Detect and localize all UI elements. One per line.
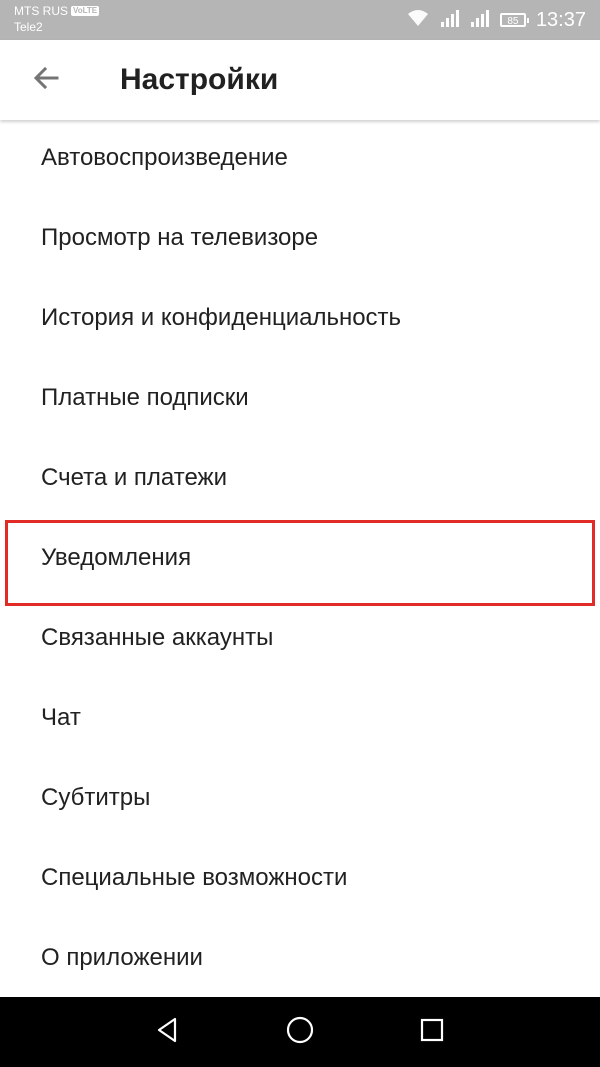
settings-item-label: Автовоспроизведение <box>41 144 288 171</box>
nav-home-button[interactable] <box>282 1014 318 1050</box>
settings-item-label: Счета и платежи <box>41 464 228 491</box>
settings-list: Автовоспроизведение Просмотр на телевизо… <box>0 118 600 998</box>
settings-item-label: Чат <box>41 704 81 731</box>
wifi-icon <box>406 8 430 33</box>
signal-icon <box>470 8 490 33</box>
settings-item-watch-on-tv[interactable]: Просмотр на телевизоре <box>0 198 600 278</box>
status-time: 13:37 <box>535 8 586 31</box>
back-button[interactable] <box>22 56 70 104</box>
recents-square-icon <box>418 1016 446 1049</box>
status-indicators: 85 13:37 <box>406 8 586 32</box>
nav-back-button[interactable] <box>150 1014 186 1050</box>
settings-item-history-privacy[interactable]: История и конфиденциальность <box>0 278 600 358</box>
settings-item-label: Субтитры <box>41 784 151 811</box>
battery-icon: 85 <box>499 13 529 27</box>
settings-item-label: Уведомления <box>41 544 192 571</box>
nav-recents-button[interactable] <box>414 1014 450 1050</box>
settings-item-label: Специальные возможности <box>41 864 348 891</box>
battery-level: 85 <box>507 16 519 27</box>
app-bar: Настройки <box>0 40 600 120</box>
settings-item-label: О приложении <box>41 944 203 971</box>
settings-item-label: Платные подписки <box>41 384 249 411</box>
signal-icon <box>440 8 460 33</box>
carrier-secondary: Tele2 <box>14 20 43 34</box>
settings-item-connected-accounts[interactable]: Связанные аккаунты <box>0 598 600 678</box>
volte-badge: VoLTE <box>71 6 100 16</box>
settings-item-label: Просмотр на телевизоре <box>41 224 319 251</box>
settings-item-autoplay[interactable]: Автовоспроизведение <box>0 118 600 198</box>
back-triangle-icon <box>154 1016 182 1049</box>
settings-item-billing[interactable]: Счета и платежи <box>0 438 600 518</box>
system-nav-bar <box>0 997 600 1067</box>
home-circle-icon <box>285 1015 315 1050</box>
settings-item-captions[interactable]: Субтитры <box>0 758 600 838</box>
settings-item-about[interactable]: О приложении <box>0 918 600 998</box>
settings-item-paid-subscriptions[interactable]: Платные подписки <box>0 358 600 438</box>
settings-item-accessibility[interactable]: Специальные возможности <box>0 838 600 918</box>
settings-item-chat[interactable]: Чат <box>0 678 600 758</box>
arrow-left-icon <box>32 64 60 97</box>
settings-item-label: История и конфиденциальность <box>41 304 402 331</box>
status-bar: MTS RUS VoLTE Tele2 85 13:37 <box>0 0 600 40</box>
page-title: Настройки <box>120 63 279 96</box>
carrier-primary: MTS RUS <box>14 4 68 18</box>
settings-item-label: Связанные аккаунты <box>41 624 274 651</box>
settings-item-notifications[interactable]: Уведомления <box>0 518 600 606</box>
carrier-info: MTS RUS VoLTE Tele2 <box>14 3 100 35</box>
